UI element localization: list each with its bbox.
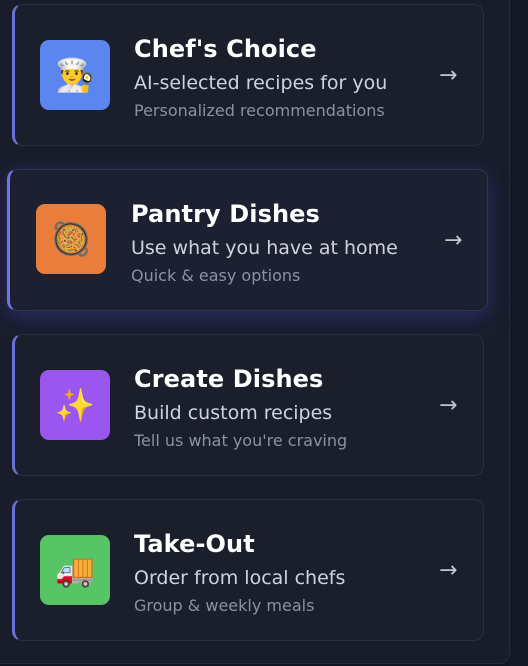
- paella-pan-icon: 🥘: [51, 220, 91, 258]
- option-subtitle: Quick & easy options: [131, 266, 301, 285]
- option-description: AI-selected recipes for you: [134, 72, 388, 94]
- option-description: Order from local chefs: [134, 567, 346, 589]
- arrow-right-icon: →: [444, 228, 463, 253]
- delivery-truck-icon-tile: 🚚: [40, 535, 110, 605]
- option-description: Build custom recipes: [134, 402, 333, 424]
- option-title: Create Dishes: [134, 365, 324, 393]
- option-title: Chef's Choice: [134, 35, 317, 63]
- sparkles-icon: ✨: [55, 386, 95, 424]
- arrow-right-icon: →: [439, 558, 458, 583]
- option-subtitle: Group & weekly meals: [134, 596, 315, 615]
- option-subtitle: Personalized recommendations: [134, 101, 385, 120]
- option-subtitle: Tell us what you're craving: [134, 431, 348, 450]
- sparkles-icon-tile: ✨: [40, 370, 110, 440]
- option-description: Use what you have at home: [131, 237, 398, 259]
- option-card-chefs-choice[interactable]: 👨‍🍳 Chef's Choice AI-selected recipes fo…: [12, 4, 484, 146]
- paella-pan-icon-tile: 🥘: [36, 204, 106, 274]
- option-card-create-dishes[interactable]: ✨ Create Dishes Build custom recipes Tel…: [12, 334, 484, 476]
- side-strip: [510, 0, 528, 666]
- arrow-right-icon: →: [439, 63, 458, 88]
- chef-icon-tile: 👨‍🍳: [40, 40, 110, 110]
- option-card-pantry-dishes[interactable]: 🥘 Pantry Dishes Use what you have at hom…: [7, 169, 488, 311]
- option-card-take-out[interactable]: 🚚 Take-Out Order from local chefs Group …: [12, 499, 484, 641]
- option-title: Pantry Dishes: [131, 200, 320, 228]
- delivery-truck-icon: 🚚: [55, 551, 95, 589]
- option-title: Take-Out: [134, 530, 255, 558]
- chef-icon: 👨‍🍳: [55, 56, 95, 94]
- arrow-right-icon: →: [439, 393, 458, 418]
